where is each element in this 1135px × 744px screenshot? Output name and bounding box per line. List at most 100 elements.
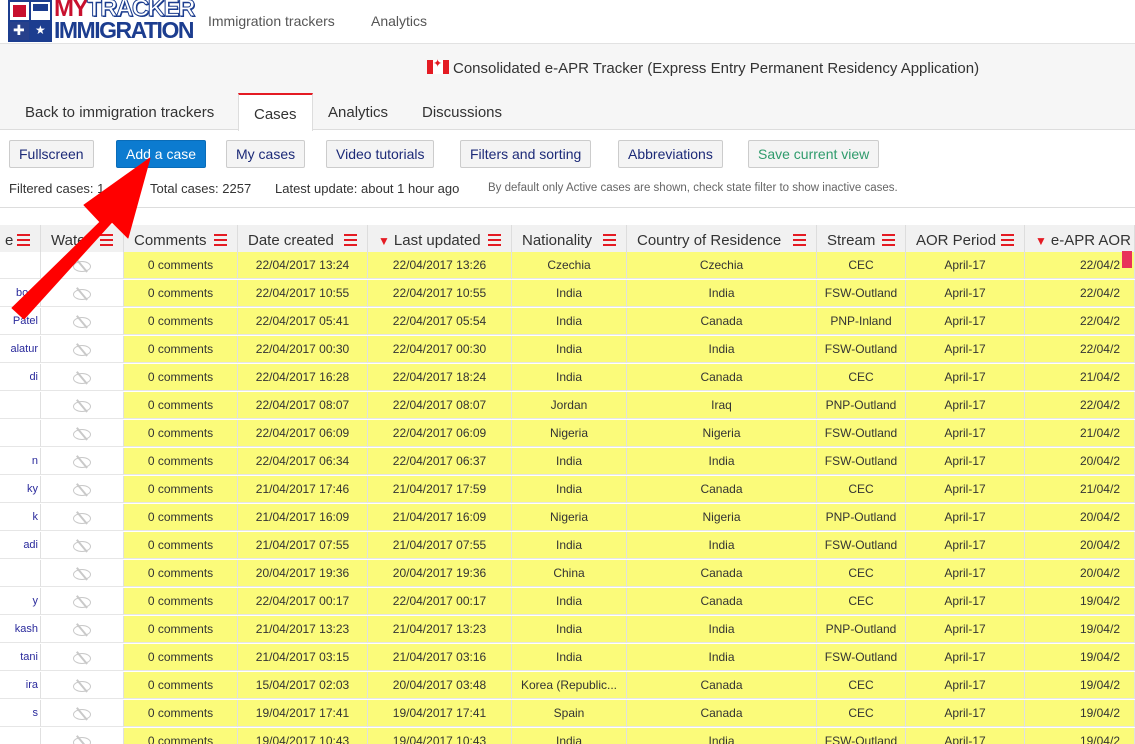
col-watch-cell[interactable] [41, 672, 124, 699]
col-comments-cell[interactable]: 0 comments [124, 616, 238, 643]
tab-back-to-trackers[interactable]: Back to immigration trackers [25, 101, 214, 130]
table-row[interactable]: kash 0 comments 21/04/2017 13:23 21/04/2017… [0, 616, 1135, 644]
col-comments-cell[interactable]: 0 comments [124, 364, 238, 391]
table-row[interactable]: n 0 comments 22/04/2017 06:34 22/04/2017 06… [0, 448, 1135, 476]
table-row[interactable]: ky 0 comments 21/04/2017 17:46 21/04/2017 1… [0, 476, 1135, 504]
save-view-button[interactable]: Save current view [748, 140, 880, 168]
eye-slash-icon[interactable] [73, 653, 91, 664]
col-name-cell[interactable]: boor [0, 280, 41, 307]
eye-slash-icon[interactable] [73, 597, 91, 608]
eye-slash-icon[interactable] [73, 541, 91, 552]
column-menu-icon[interactable] [100, 234, 113, 247]
eye-slash-icon[interactable] [73, 345, 91, 356]
eye-slash-icon[interactable] [73, 317, 91, 328]
eye-slash-icon[interactable] [73, 401, 91, 412]
col-comments-cell[interactable]: 0 comments [124, 280, 238, 307]
scroll-indicator[interactable] [1122, 251, 1132, 268]
col-name-cell[interactable]: di [0, 364, 41, 391]
col-name-cell[interactable] [0, 252, 41, 279]
col-comments-cell[interactable]: 0 comments [124, 392, 238, 419]
col-name-cell[interactable]: y [0, 588, 41, 615]
col-watch-cell[interactable] [41, 504, 124, 531]
col-watch-cell[interactable] [41, 700, 124, 727]
column-menu-icon[interactable] [17, 234, 30, 247]
col-comments-cell[interactable]: 0 comments [124, 504, 238, 531]
col-comments-cell[interactable]: 0 comments [124, 532, 238, 559]
nav-analytics[interactable]: Analytics [371, 13, 427, 29]
column-menu-icon[interactable] [488, 234, 501, 247]
col-name-cell[interactable]: adi [0, 532, 41, 559]
eye-slash-icon[interactable] [73, 625, 91, 636]
eye-slash-icon[interactable] [73, 681, 91, 692]
column-menu-icon[interactable] [603, 234, 616, 247]
column-menu-icon[interactable] [1001, 234, 1014, 247]
table-row[interactable]: ira 0 comments 15/04/2017 02:03 20/04/2017 … [0, 672, 1135, 700]
col-name-cell[interactable]: s [0, 700, 41, 727]
col-comments-cell[interactable]: 0 comments [124, 644, 238, 671]
col-watch-cell[interactable] [41, 364, 124, 391]
eye-slash-icon[interactable] [73, 513, 91, 524]
my-cases-button[interactable]: My cases [226, 140, 306, 168]
col-watch-cell[interactable] [41, 616, 124, 643]
video-tutorials-button[interactable]: Video tutorials [326, 140, 435, 168]
eye-slash-icon[interactable] [73, 373, 91, 384]
table-row[interactable]: di 0 comments 22/04/2017 16:28 22/04/2017 1… [0, 364, 1135, 392]
col-name-cell[interactable]: tani [0, 644, 41, 671]
col-name-cell[interactable]: Patel [0, 308, 41, 335]
col-name-cell[interactable]: n [0, 448, 41, 475]
col-name-cell[interactable]: ky [0, 476, 41, 503]
column-menu-icon[interactable] [793, 234, 806, 247]
col-comments-cell[interactable]: 0 comments [124, 448, 238, 475]
table-row[interactable]: Patel 0 comments 22/04/2017 05:41 22/04/201… [0, 308, 1135, 336]
col-watch-cell[interactable] [41, 308, 124, 335]
eye-slash-icon[interactable] [73, 709, 91, 720]
filters-sorting-button[interactable]: Filters and sorting [460, 140, 592, 168]
col-name-cell[interactable] [0, 420, 41, 447]
eye-slash-icon[interactable] [73, 569, 91, 580]
col-comments-cell[interactable]: 0 comments [124, 476, 238, 503]
col-watch-cell[interactable] [41, 280, 124, 307]
col-watch-cell[interactable] [41, 588, 124, 615]
column-menu-icon[interactable] [882, 234, 895, 247]
table-row[interactable]: boor 0 comments 22/04/2017 10:55 22/04/2017… [0, 280, 1135, 308]
col-comments-cell[interactable]: 0 comments [124, 700, 238, 727]
table-row[interactable]: 0 comments 22/04/2017 08:07 22/04/2017 08:… [0, 392, 1135, 420]
eye-slash-icon[interactable] [73, 485, 91, 496]
col-watch-cell[interactable] [41, 392, 124, 419]
table-row[interactable]: 0 comments 20/04/2017 19:36 20/04/2017 19:… [0, 560, 1135, 588]
col-watch-cell[interactable] [41, 644, 124, 671]
table-row[interactable]: alatur 0 comments 22/04/2017 00:30 22/04/20… [0, 336, 1135, 364]
add-case-button[interactable]: Add a case [116, 140, 207, 168]
col-name-cell[interactable]: ira [0, 672, 41, 699]
site-logo[interactable]: MYTRACKER IMMIGRATION [8, 0, 196, 42]
tab-cases[interactable]: Cases [238, 93, 313, 131]
col-watch-cell[interactable] [41, 476, 124, 503]
column-menu-icon[interactable] [344, 234, 357, 247]
eye-slash-icon[interactable] [73, 429, 91, 440]
col-comments-cell[interactable]: 0 comments [124, 420, 238, 447]
eye-slash-icon[interactable] [73, 737, 91, 744]
col-watch-cell[interactable] [41, 448, 124, 475]
table-row[interactable]: s0 comments 19/04/2017 17:41 19/04/2017 17… [0, 700, 1135, 728]
eye-slash-icon[interactable] [73, 261, 91, 272]
col-comments-cell[interactable]: 0 comments [124, 308, 238, 335]
col-comments-cell[interactable]: 0 comments [124, 588, 238, 615]
col-watch-cell[interactable] [41, 728, 124, 744]
abbreviations-button[interactable]: Abbreviations [618, 140, 723, 168]
col-watch-cell[interactable] [41, 252, 124, 279]
col-comments-cell[interactable]: 0 comments [124, 560, 238, 587]
eye-slash-icon[interactable] [73, 289, 91, 300]
tab-analytics[interactable]: Analytics [328, 101, 388, 130]
fullscreen-button[interactable]: Fullscreen [9, 140, 94, 168]
table-row[interactable]: 0 comments 19/04/2017 10:43 19/04/2017 10:… [0, 728, 1135, 744]
col-watch-cell[interactable] [41, 560, 124, 587]
col-comments-cell[interactable]: 0 comments [124, 252, 238, 279]
table-row[interactable]: adi 0 comments 21/04/2017 07:55 21/04/2017 … [0, 532, 1135, 560]
col-name-cell[interactable]: kash [0, 616, 41, 643]
col-name-cell[interactable] [0, 392, 41, 419]
col-watch-cell[interactable] [41, 532, 124, 559]
column-menu-icon[interactable] [214, 234, 227, 247]
table-row[interactable]: 0 comments 22/04/2017 13:24 22/04/2017 13:… [0, 252, 1135, 280]
table-row[interactable]: tani 0 comments 21/04/2017 03:15 21/04/2017… [0, 644, 1135, 672]
col-name-cell[interactable]: k [0, 504, 41, 531]
